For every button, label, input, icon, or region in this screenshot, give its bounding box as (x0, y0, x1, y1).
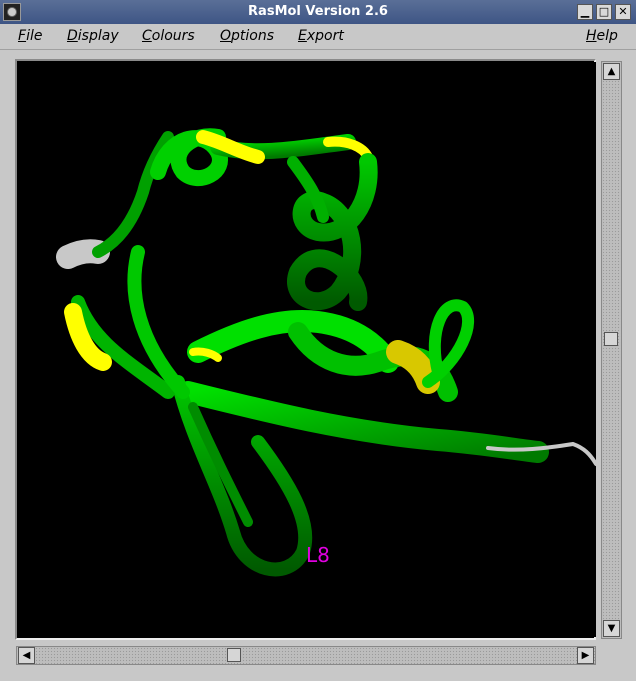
menu-colours[interactable]: Colours (142, 28, 195, 44)
ribbon-sheet (386, 340, 440, 394)
horizontal-scroll-thumb[interactable] (227, 648, 241, 662)
vertical-scroll-thumb[interactable] (604, 332, 618, 346)
residue-label: L8 (306, 543, 330, 567)
menu-help[interactable]: Help (586, 28, 618, 44)
scroll-up-button[interactable]: ▲ (603, 63, 620, 80)
menu-display[interactable]: Display (67, 28, 119, 44)
ribbon-strand (177, 381, 549, 463)
rasmol-window: RasMol Version 2.6 ▁ □ ✕ File Display Co… (0, 0, 636, 681)
menu-file[interactable]: File (18, 28, 42, 44)
menu-export[interactable]: Export (298, 28, 344, 44)
ribbon-structure: L8 (56, 128, 596, 577)
close-button[interactable]: ✕ (615, 4, 631, 20)
scroll-left-button[interactable]: ◀ (18, 647, 35, 664)
vertical-scrollbar[interactable]: ▲ ▼ (601, 61, 622, 639)
title-bar[interactable]: RasMol Version 2.6 ▁ □ ✕ (0, 0, 636, 25)
scroll-right-button[interactable]: ▶ (577, 647, 594, 664)
menu-options[interactable]: Options (220, 28, 274, 44)
minimize-button[interactable]: ▁ (577, 4, 593, 20)
window-title: RasMol Version 2.6 (248, 4, 388, 19)
scroll-down-button[interactable]: ▼ (603, 620, 620, 637)
ribbon-loop (422, 299, 474, 388)
menu-bar: File Display Colours Options Export Help (0, 24, 636, 50)
maximize-button[interactable]: □ (596, 4, 612, 20)
horizontal-scrollbar[interactable]: ◀ ▶ (16, 646, 596, 665)
molecule-viewport[interactable]: L8 (18, 62, 596, 637)
